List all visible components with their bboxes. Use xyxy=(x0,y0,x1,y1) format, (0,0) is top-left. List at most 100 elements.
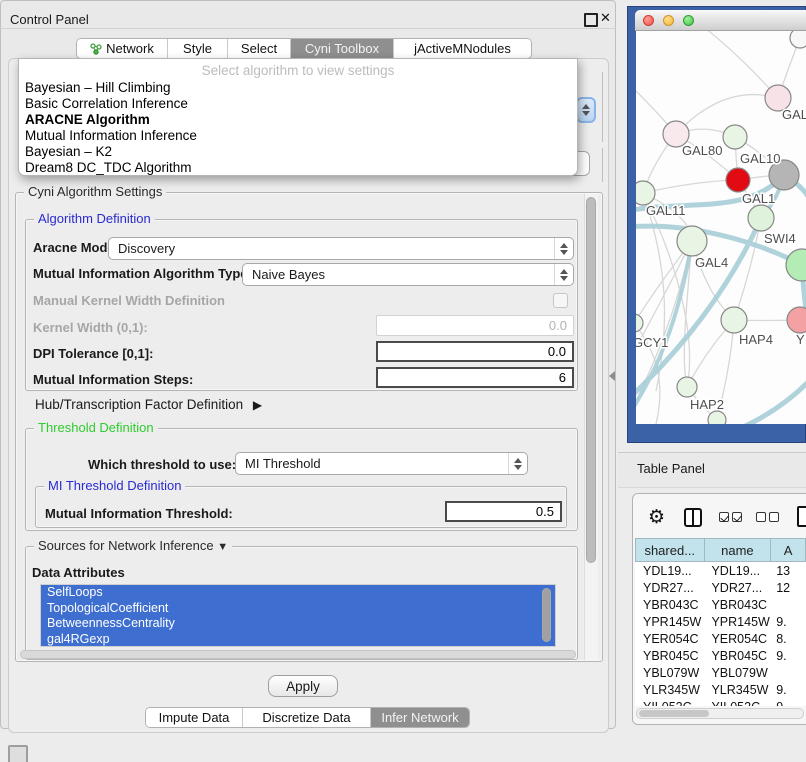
cell-shared-name: YDL19... xyxy=(635,564,703,578)
dropdown-item[interactable]: Bayesian – Hill Climbing xyxy=(25,80,171,95)
cell-shared-name: YBR045C xyxy=(635,649,703,663)
network-node[interactable] xyxy=(677,226,707,256)
table-row[interactable]: YLR345W YLR345W 9. xyxy=(635,681,806,698)
settings-scrollbar-thumb[interactable] xyxy=(586,197,596,563)
tab-jactivemnodules[interactable]: jActiveMNodules xyxy=(394,39,531,58)
network-node[interactable] xyxy=(708,411,726,424)
mi-type-select[interactable]: Naive Bayes xyxy=(242,263,574,286)
node-label: GAL80 xyxy=(682,143,722,158)
tab-label: Discretize Data xyxy=(262,710,350,725)
window-close-button[interactable] xyxy=(643,15,654,26)
table-scrollbar-thumb[interactable] xyxy=(639,710,709,717)
dropdown-item[interactable]: Mutual Information Inference xyxy=(25,128,197,143)
network-node[interactable] xyxy=(726,168,750,192)
node-label: SWI4 xyxy=(764,231,796,246)
mi-threshold-input[interactable] xyxy=(445,501,562,522)
list-item[interactable]: SelfLoops xyxy=(41,585,555,601)
dpi-tolerance-input[interactable] xyxy=(376,341,574,362)
window-zoom-button[interactable] xyxy=(683,15,694,26)
node-label: GAL10 xyxy=(740,151,780,166)
network-window-titlebar[interactable] xyxy=(635,10,806,31)
tab-cyni-toolbox[interactable]: Cyni Toolbox xyxy=(291,39,394,58)
cell-name: YBR043C xyxy=(703,598,770,612)
list-item[interactable]: TopologicalCoefficient xyxy=(41,601,555,617)
tab-select[interactable]: Select xyxy=(228,39,291,58)
split-pane-handle-icon[interactable] xyxy=(609,371,615,381)
spinner-icon xyxy=(508,453,527,474)
hub-definition-toggle[interactable]: Hub/Transcription Factor Definition ▶ xyxy=(35,397,262,412)
apply-button[interactable]: Apply xyxy=(268,675,338,697)
window-minimize-button[interactable] xyxy=(663,15,674,26)
group-title: Threshold Definition xyxy=(34,420,158,435)
close-icon[interactable]: ✕ xyxy=(600,10,611,26)
network-node[interactable] xyxy=(786,249,806,281)
cell-name: YDL19... xyxy=(703,564,770,578)
tab-discretize-data[interactable]: Discretize Data xyxy=(243,708,371,727)
group-title: Algorithm Definition xyxy=(34,211,155,226)
aracne-mode-select[interactable]: Discovery xyxy=(108,237,574,260)
select-all-icon[interactable] xyxy=(719,512,742,522)
down-arrow-icon xyxy=(582,111,590,116)
network-node[interactable] xyxy=(787,307,806,333)
expanded-arrow-icon: ▼ xyxy=(217,541,228,553)
network-canvas[interactable]: GAL GAL80 GAL10 GAL1 GAL11 SWI4 GAL4 GCY… xyxy=(636,31,806,424)
cell-value: 8. xyxy=(770,632,806,646)
mi-steps-input[interactable] xyxy=(376,367,574,388)
tab-network[interactable]: Network xyxy=(77,39,168,58)
group-title: Cyni Algorithm Settings xyxy=(24,184,166,199)
minimized-panel-icon[interactable] xyxy=(8,745,28,762)
which-threshold-select[interactable]: MI Threshold xyxy=(235,452,528,475)
network-node[interactable] xyxy=(636,181,655,205)
dropdown-item[interactable]: Dream8 DC_TDC Algorithm xyxy=(25,160,192,175)
deselect-all-icon[interactable] xyxy=(756,512,779,522)
dropdown-item-selected[interactable]: ARACNE Algorithm xyxy=(25,112,150,127)
list-scrollbar-thumb[interactable] xyxy=(542,588,551,642)
table-row[interactable]: YDR27... YDR27... 12 xyxy=(635,579,806,596)
network-node[interactable] xyxy=(677,377,697,397)
table-row[interactable]: YBR043C YBR043C xyxy=(635,596,806,613)
table-row[interactable]: YER054C YER054C 8. xyxy=(635,630,806,647)
table-row[interactable]: YIL052C YIL052C 9. xyxy=(635,698,806,706)
table-row[interactable]: YPR145W YPR145W 9. xyxy=(635,613,806,630)
list-item[interactable]: BetweennessCentrality xyxy=(41,616,555,632)
unchecked-box-icon xyxy=(769,512,779,522)
network-node[interactable] xyxy=(748,205,774,231)
network-node[interactable] xyxy=(790,31,806,48)
horizontal-scrollbar-thumb[interactable] xyxy=(20,650,576,659)
table-row[interactable]: YDL19... YDL19... 13 xyxy=(635,562,806,579)
aracne-mode-label: Aracne Mode: xyxy=(33,240,119,255)
tab-infer-network[interactable]: Infer Network xyxy=(371,708,469,727)
list-item[interactable]: gal4RGexp xyxy=(41,632,555,648)
document-icon[interactable] xyxy=(797,506,806,527)
table-row[interactable]: YBL079W YBL079W xyxy=(635,664,806,681)
cell-name: YBR045C xyxy=(703,649,770,663)
gear-icon[interactable]: ⚙ xyxy=(648,508,665,527)
manual-kernel-checkbox[interactable] xyxy=(553,293,568,308)
tab-style[interactable]: Style xyxy=(168,39,228,58)
table-scrollbar-track xyxy=(636,708,804,719)
sources-group-title[interactable]: Sources for Network Inference ▼ xyxy=(34,538,232,553)
network-node[interactable] xyxy=(723,125,747,149)
node-label: GAL1 xyxy=(742,191,775,206)
algorithm-dropdown-popup: Select algorithm to view settings Bayesi… xyxy=(18,58,578,176)
dropdown-item[interactable]: Bayesian – K2 xyxy=(25,144,112,159)
network-node[interactable] xyxy=(721,307,747,333)
column-header-shared-name[interactable]: shared... xyxy=(635,538,704,562)
tab-label: Network xyxy=(106,41,154,56)
tab-impute-data[interactable]: Impute Data xyxy=(146,708,243,727)
dropdown-item[interactable]: Basic Correlation Inference xyxy=(25,96,188,111)
cell-name: YLR345W xyxy=(703,683,770,697)
table-row[interactable]: YBR045C YBR045C 9. xyxy=(635,647,806,664)
network-node[interactable] xyxy=(636,314,643,332)
kernel-width-input[interactable] xyxy=(376,315,574,336)
cell-name: YPR145W xyxy=(703,615,770,629)
spinner-icon[interactable] xyxy=(576,97,596,123)
float-panel-icon[interactable] xyxy=(584,13,598,27)
column-header-partial[interactable]: A xyxy=(770,538,806,562)
cyni-bottom-tabbar: Impute Data Discretize Data Infer Networ… xyxy=(145,707,470,728)
tab-label: Infer Network xyxy=(381,710,458,725)
column-header-name[interactable]: name xyxy=(704,538,771,562)
cell-value: 12 xyxy=(770,581,806,595)
control-panel-titlebar[interactable] xyxy=(0,0,616,29)
split-columns-icon[interactable] xyxy=(684,508,702,527)
